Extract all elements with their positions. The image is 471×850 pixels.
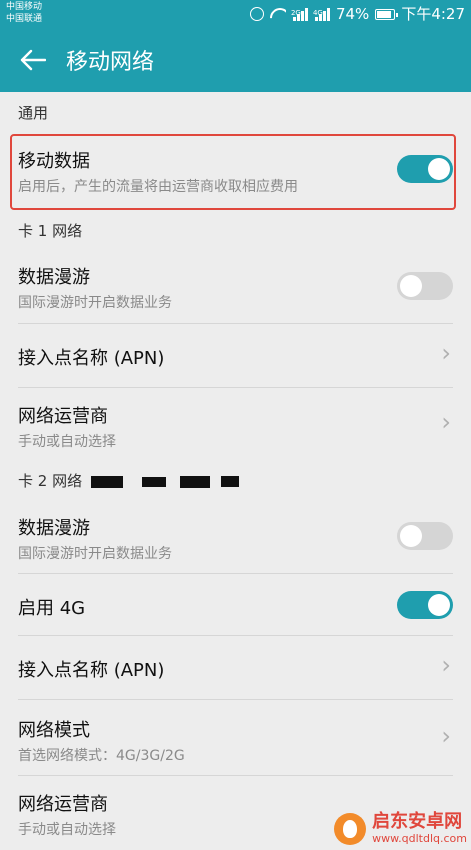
sim2-operator-label: 网络运营商 [18,794,108,815]
redaction-block [90,475,123,488]
redaction-block [221,476,240,487]
highlight-box [10,134,456,210]
sim2-apn-label: 接入点名称 (APN) [18,660,165,681]
section-header-general: 通用 [0,92,471,130]
signal-sim1-icon: 2G [291,7,308,21]
watermark-text: 启东安卓网 www.qdltdlq.com [372,812,467,846]
sim1-roaming-description: 国际漫游时开启数据业务 [18,295,172,311]
status-icons: 2G 4G 74% 下午4:27 [249,4,465,24]
battery-percent: 74% [335,5,370,23]
sim1-network-tag: 2G [290,9,301,17]
toggle-knob [428,594,450,616]
sim1-apn-label: 接入点名称 (APN) [18,348,165,369]
sim1-apn-row[interactable]: 接入点名称 (APN) › [0,324,471,388]
back-arrow-svg [20,49,46,71]
redaction-block [180,475,211,488]
sim2-roaming-toggle[interactable] [397,522,453,550]
sim2-network-mode-description: 首选网络模式：4G/3G/2G [18,748,185,764]
chevron-right-icon: › [441,339,451,367]
sim2-header-text: 卡 2 网络 [18,472,83,490]
chevron-right-icon: › [441,408,451,436]
sim2-network-tag: 4G [312,9,323,17]
redaction-block [141,476,166,487]
status-bar: 中国移动 中国联通 2G 4G 74% 下午4:27 [0,0,471,28]
sim1-roaming-row[interactable]: 数据漫游 国际漫游时开启数据业务 [0,248,471,324]
clock: 下午4:27 [401,5,465,23]
sim1-operator-row[interactable]: 网络运营商 手动或自动选择 › [0,388,471,460]
watermark-logo-icon [334,813,367,845]
sim2-network-mode-label: 网络模式 [18,720,90,741]
sim2-apn-row[interactable]: 接入点名称 (APN) › [0,636,471,700]
sim1-roaming-toggle[interactable] [397,272,453,300]
sim1-roaming-label: 数据漫游 [18,267,90,288]
page-title: 移动网络 [66,50,155,75]
sim2-roaming-description: 国际漫游时开启数据业务 [18,546,172,562]
section-header-sim1: 卡 1 网络 [0,210,471,248]
watermark-url: www.qdltdlq.com [372,832,467,845]
sim1-operator-description: 手动或自动选择 [18,434,116,450]
chevron-right-icon: › [441,722,451,750]
battery-icon [375,8,399,20]
sim2-roaming-row[interactable]: 数据漫游 国际漫游时开启数据业务 [0,498,471,574]
app-bar: 移动网络 [0,28,471,92]
toggle-knob [400,275,422,297]
sim2-4g-label: 启用 4G [18,598,86,619]
watermark: 启东安卓网 www.qdltdlq.com [334,812,467,846]
alarm-icon [249,7,264,21]
signal-sim2-icon: 4G [313,7,330,21]
sim2-operator-description: 手动或自动选择 [18,822,116,838]
sim2-4g-row[interactable]: 启用 4G [0,574,471,636]
sim2-roaming-label: 数据漫游 [18,518,90,539]
toggle-knob [400,525,422,547]
chevron-right-icon: › [441,651,451,679]
carrier-1: 中国移动 [6,2,43,12]
sim2-4g-toggle[interactable] [397,591,453,619]
carrier-2: 中国联通 [6,14,43,24]
carrier-labels: 中国移动 中国联通 [6,1,42,25]
sim1-operator-label: 网络运营商 [18,406,108,427]
section-header-sim2: 卡 2 网络 [0,460,471,498]
arrow-left-icon[interactable] [0,28,66,92]
sim2-network-mode-row[interactable]: 网络模式 首选网络模式：4G/3G/2G › [0,700,471,776]
wifi-icon [270,8,286,20]
watermark-name: 启东安卓网 [372,811,463,832]
